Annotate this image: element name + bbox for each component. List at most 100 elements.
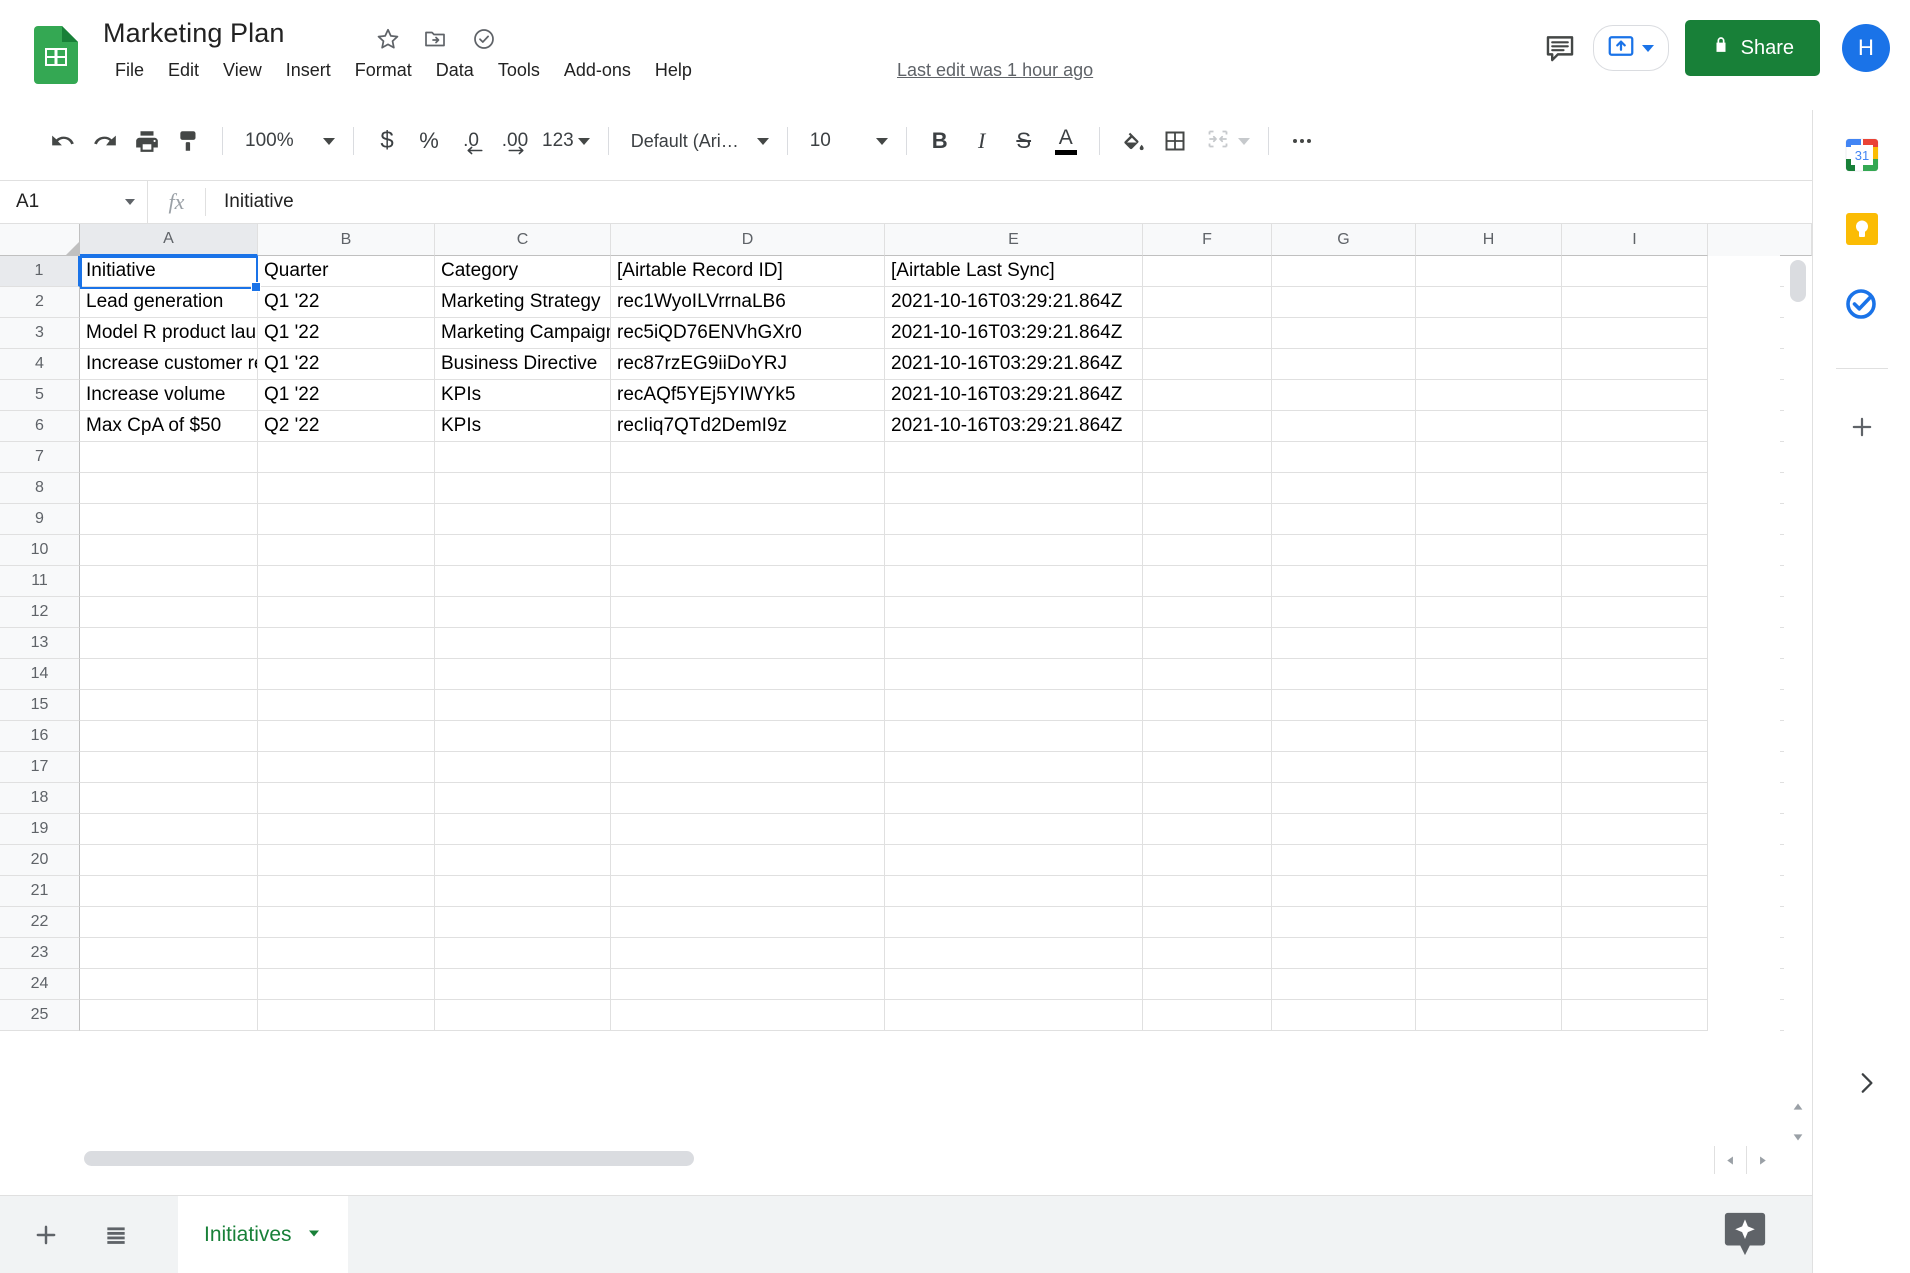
- cell-G19[interactable]: [1272, 814, 1416, 845]
- cell-F18[interactable]: [1143, 783, 1272, 814]
- cell-H15[interactable]: [1416, 690, 1562, 721]
- cell-I13[interactable]: [1562, 628, 1708, 659]
- cell-C4[interactable]: Business Directive: [435, 349, 611, 380]
- menu-tools[interactable]: Tools: [486, 57, 552, 84]
- cell-F23[interactable]: [1143, 938, 1272, 969]
- cell-G25[interactable]: [1272, 1000, 1416, 1031]
- cell-C3[interactable]: Marketing Campaign: [435, 318, 611, 349]
- cell-B2[interactable]: Q1 '22: [258, 287, 435, 318]
- cell-D16[interactable]: [611, 721, 885, 752]
- undo-icon[interactable]: [42, 120, 84, 162]
- cell-I24[interactable]: [1562, 969, 1708, 1000]
- currency-dollar-icon[interactable]: $: [366, 120, 408, 162]
- cell-B16[interactable]: [258, 721, 435, 752]
- cell-H16[interactable]: [1416, 721, 1562, 752]
- cell-C17[interactable]: [435, 752, 611, 783]
- row-header-9[interactable]: 9: [0, 504, 80, 535]
- cell-A1[interactable]: Initiative: [80, 256, 258, 287]
- cell-A11[interactable]: [80, 566, 258, 597]
- cell-H11[interactable]: [1416, 566, 1562, 597]
- horizontal-scrollbar[interactable]: [80, 1148, 1740, 1170]
- cell-G22[interactable]: [1272, 907, 1416, 938]
- column-header-i[interactable]: I: [1562, 224, 1708, 256]
- cell-G16[interactable]: [1272, 721, 1416, 752]
- cell-I6[interactable]: [1562, 411, 1708, 442]
- percent-icon[interactable]: %: [408, 120, 450, 162]
- cell-E24[interactable]: [885, 969, 1143, 1000]
- cell-G11[interactable]: [1272, 566, 1416, 597]
- cell-F16[interactable]: [1143, 721, 1272, 752]
- cell-G1[interactable]: [1272, 256, 1416, 287]
- cell-H19[interactable]: [1416, 814, 1562, 845]
- add-sheet-icon[interactable]: [22, 1211, 70, 1259]
- row-header-12[interactable]: 12: [0, 597, 80, 628]
- column-header-a[interactable]: A: [80, 224, 258, 256]
- add-plus-icon[interactable]: [1840, 405, 1884, 449]
- cell-H10[interactable]: [1416, 535, 1562, 566]
- cell-F21[interactable]: [1143, 876, 1272, 907]
- cell-I25[interactable]: [1562, 1000, 1708, 1031]
- cell-E1[interactable]: [Airtable Last Sync]: [885, 256, 1143, 287]
- cell-I18[interactable]: [1562, 783, 1708, 814]
- cell-D23[interactable]: [611, 938, 885, 969]
- row-header-4[interactable]: 4: [0, 349, 80, 380]
- cell-I10[interactable]: [1562, 535, 1708, 566]
- cell-E16[interactable]: [885, 721, 1143, 752]
- all-sheets-icon[interactable]: [92, 1211, 140, 1259]
- cell-E10[interactable]: [885, 535, 1143, 566]
- row-header-11[interactable]: 11: [0, 566, 80, 597]
- row-header-14[interactable]: 14: [0, 659, 80, 690]
- present-button[interactable]: [1593, 25, 1669, 71]
- cell-D7[interactable]: [611, 442, 885, 473]
- cell-I16[interactable]: [1562, 721, 1708, 752]
- menu-view[interactable]: View: [211, 57, 274, 84]
- cell-D11[interactable]: [611, 566, 885, 597]
- cell-I23[interactable]: [1562, 938, 1708, 969]
- cell-C22[interactable]: [435, 907, 611, 938]
- column-header-h[interactable]: H: [1416, 224, 1562, 256]
- cell-B20[interactable]: [258, 845, 435, 876]
- cell-E15[interactable]: [885, 690, 1143, 721]
- cell-F9[interactable]: [1143, 504, 1272, 535]
- cell-I9[interactable]: [1562, 504, 1708, 535]
- cell-F17[interactable]: [1143, 752, 1272, 783]
- cell-A17[interactable]: [80, 752, 258, 783]
- explore-icon[interactable]: [1722, 1209, 1768, 1259]
- cell-A25[interactable]: [80, 1000, 258, 1031]
- cell-E25[interactable]: [885, 1000, 1143, 1031]
- google-keep-icon[interactable]: [1843, 210, 1881, 248]
- cell-F14[interactable]: [1143, 659, 1272, 690]
- cell-I20[interactable]: [1562, 845, 1708, 876]
- cell-C8[interactable]: [435, 473, 611, 504]
- cell-C18[interactable]: [435, 783, 611, 814]
- row-header-3[interactable]: 3: [0, 318, 80, 349]
- column-header-g[interactable]: G: [1272, 224, 1416, 256]
- share-button[interactable]: Share: [1685, 20, 1820, 76]
- menu-insert[interactable]: Insert: [274, 57, 343, 84]
- cell-B25[interactable]: [258, 1000, 435, 1031]
- cell-E5[interactable]: 2021-10-16T03:29:21.864Z: [885, 380, 1143, 411]
- paint-format-icon[interactable]: [168, 120, 210, 162]
- cell-G13[interactable]: [1272, 628, 1416, 659]
- menu-format[interactable]: Format: [343, 57, 424, 84]
- cell-A15[interactable]: [80, 690, 258, 721]
- cell-I2[interactable]: [1562, 287, 1708, 318]
- cell-H3[interactable]: [1416, 318, 1562, 349]
- cell-E2[interactable]: 2021-10-16T03:29:21.864Z: [885, 287, 1143, 318]
- cell-I21[interactable]: [1562, 876, 1708, 907]
- cell-F8[interactable]: [1143, 473, 1272, 504]
- cell-F2[interactable]: [1143, 287, 1272, 318]
- cell-I4[interactable]: [1562, 349, 1708, 380]
- cell-A12[interactable]: [80, 597, 258, 628]
- cell-C10[interactable]: [435, 535, 611, 566]
- cell-F4[interactable]: [1143, 349, 1272, 380]
- row-header-17[interactable]: 17: [0, 752, 80, 783]
- cell-C6[interactable]: KPIs: [435, 411, 611, 442]
- cell-H12[interactable]: [1416, 597, 1562, 628]
- cell-C7[interactable]: [435, 442, 611, 473]
- cell-G20[interactable]: [1272, 845, 1416, 876]
- row-header-16[interactable]: 16: [0, 721, 80, 752]
- cell-B8[interactable]: [258, 473, 435, 504]
- cell-C11[interactable]: [435, 566, 611, 597]
- sheets-logo-icon[interactable]: [34, 26, 78, 84]
